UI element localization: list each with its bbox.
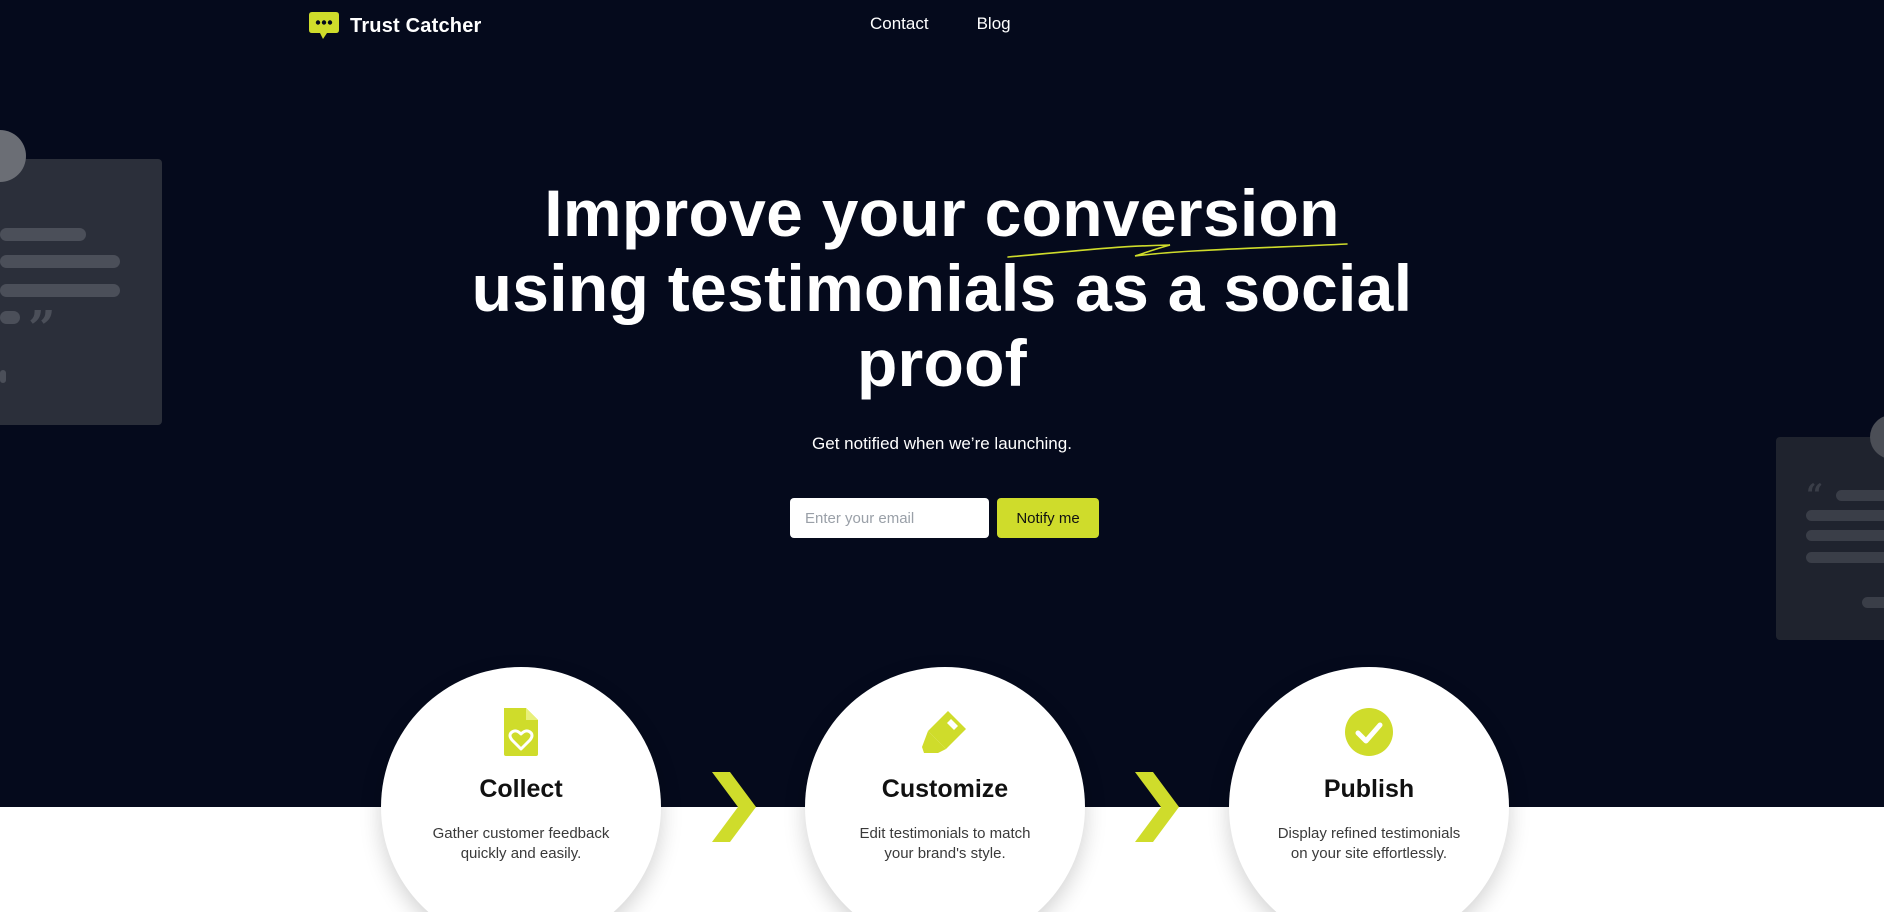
landing-page: Trust Catcher Contact Blog ” “ Improve y… [0, 0, 1884, 912]
placeholder-line [1836, 490, 1884, 501]
placeholder-line [0, 255, 120, 268]
step-card-customize: Customize Edit testimonials to match you… [805, 667, 1085, 912]
notify-button[interactable]: Notify me [997, 498, 1099, 538]
close-quote-icon: ” [28, 301, 56, 357]
launch-subtitle: Get notified when we’re launching. [812, 434, 1072, 453]
highlighter-icon [922, 711, 966, 753]
step-title: Publish [1323, 775, 1415, 803]
placeholder-line [1806, 510, 1884, 521]
step-title: Collect [479, 775, 563, 803]
heart-document-icon [504, 708, 538, 756]
brand-logo[interactable]: Trust Catcher [308, 10, 482, 42]
open-quote-icon: “ [1806, 478, 1824, 513]
step-card-publish: Publish Display refined testimonials on … [1229, 667, 1509, 912]
chevron-right-icon [712, 772, 756, 842]
hero-title-part-2: using testimonials as a social proof [471, 251, 1413, 400]
check-circle-icon [1345, 708, 1393, 756]
chevron-right-icon [1135, 772, 1179, 842]
placeholder-line [1862, 597, 1884, 608]
decorative-testimonial-card-left: ” [0, 159, 162, 425]
step-description: Display refined testimonials on your sit… [1277, 825, 1461, 862]
scribble-underline [1007, 243, 1348, 258]
chat-bubble-icon [309, 12, 339, 39]
hero-title: Improve your conversion using testimonia… [442, 176, 1442, 401]
placeholder-line [0, 284, 120, 297]
placeholder-line [0, 370, 6, 383]
email-input[interactable] [790, 498, 989, 538]
placeholder-line [1806, 552, 1884, 563]
step-description: Edit testimonials to match your brand's … [859, 825, 1031, 862]
step-description: Gather customer feedback quickly and eas… [432, 825, 610, 862]
step-title: Customize [881, 775, 1009, 803]
hero-title-part-1: Improve your [544, 176, 985, 250]
placeholder-line [1806, 530, 1884, 541]
nav-link-blog[interactable]: Blog [977, 14, 1011, 34]
step-card-collect: Collect Gather customer feedback quickly… [381, 667, 661, 912]
placeholder-line [0, 228, 86, 241]
main-nav: Contact Blog [870, 14, 1011, 34]
nav-link-contact[interactable]: Contact [870, 14, 929, 34]
brand-name: Trust Catcher [350, 14, 482, 37]
decorative-testimonial-card-right: “ [1776, 437, 1884, 640]
placeholder-line [0, 311, 20, 324]
